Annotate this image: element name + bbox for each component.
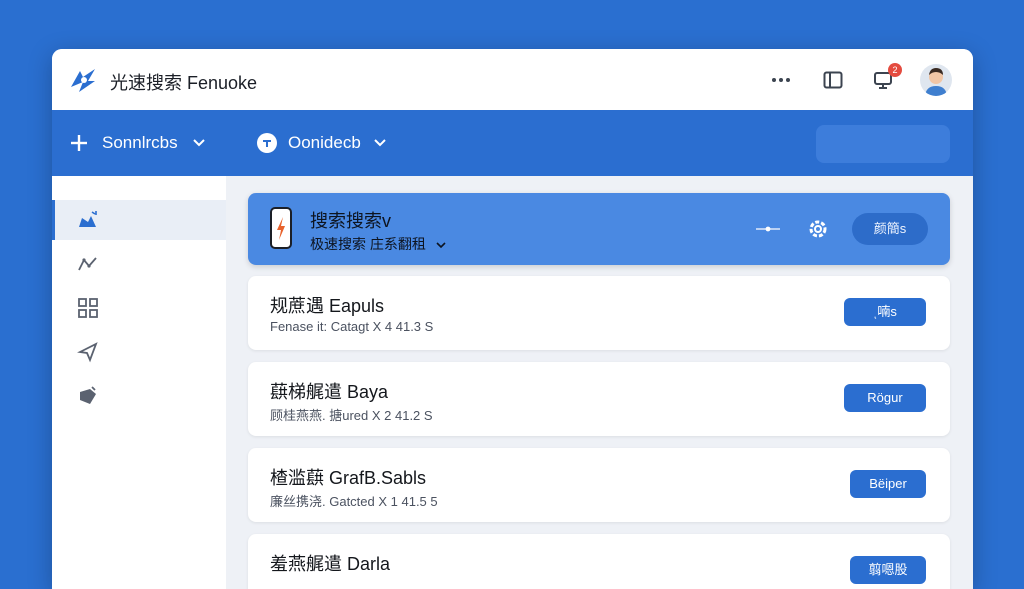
- window-icon[interactable]: [820, 67, 846, 93]
- assist-dropdown-button[interactable]: Oonidecb: [256, 128, 387, 158]
- new-dropdown-label: Sonnlrcbs: [102, 133, 178, 152]
- result-card[interactable]: 楂滥蕻 GrafB.Sabls 廉丝携浇. Gatcted X 1 41.5 5…: [248, 448, 950, 522]
- result-title: 蕻梯艉遣 Baya: [270, 382, 389, 402]
- result-title: 规蔗遇 Eapuls: [270, 296, 385, 316]
- more-icon[interactable]: [768, 67, 794, 93]
- chevron-down-icon: [436, 242, 446, 249]
- app-logo-icon: [71, 69, 95, 92]
- send-icon: [77, 342, 98, 363]
- featured-action-button[interactable]: 颜簡s: [852, 213, 928, 245]
- result-title: 羞燕艉遣 Darla: [270, 554, 391, 574]
- sidebar-item-apps[interactable]: [52, 288, 226, 328]
- app-window: 光速搜索 Fenuoke 2 Sonnlrcbs Oonidecb 搜索搜索v …: [52, 49, 973, 589]
- result-card[interactable]: 蕻梯艉遣 Baya 顾桂燕燕. 搪ured X 2 41.2 S Rögur: [248, 362, 950, 436]
- avatar[interactable]: [920, 64, 952, 96]
- phone-icon: [270, 207, 292, 249]
- sidebar-item-security[interactable]: [52, 376, 226, 416]
- sidebar-item-send[interactable]: [52, 332, 226, 372]
- cloud-icon: [79, 211, 97, 227]
- notification-badge: 2: [888, 63, 902, 77]
- sidebar-item-analytics[interactable]: [52, 244, 226, 284]
- plus-icon: [71, 135, 87, 151]
- sidebar-item-home[interactable]: [52, 200, 226, 240]
- result-action-button[interactable]: ͺ喃s: [844, 298, 926, 326]
- settings-icon[interactable]: [806, 217, 830, 241]
- result-title: 楂滥蕻 GrafB.Sabls: [270, 468, 427, 488]
- featured-subtitle[interactable]: 极速搜索 庄系翻租: [310, 234, 446, 254]
- result-subtitle: 顾桂燕燕. 搪ured X 2 41.2 S: [270, 408, 433, 423]
- chevron-down-icon: [374, 139, 386, 147]
- result-action-button[interactable]: Rögur: [844, 384, 926, 412]
- result-action-button[interactable]: Bëiper: [850, 470, 926, 498]
- assist-dropdown-label: Oonidecb: [288, 133, 361, 152]
- app-title: 光速搜索 Fenuoke: [110, 73, 258, 93]
- toolbar-search-box[interactable]: [816, 125, 950, 163]
- chat-bubble-icon: [257, 133, 277, 153]
- result-subtitle: Fenase it: Catagt X 4 41.3 S: [270, 319, 434, 334]
- grid-icon: [78, 298, 98, 318]
- progress-dots-icon: [756, 226, 780, 232]
- title-bar: 光速搜索 Fenuoke 2: [52, 49, 973, 110]
- toolbar: Sonnlrcbs Oonidecb: [52, 110, 973, 176]
- chevron-down-icon: [192, 139, 205, 147]
- result-card[interactable]: 规蔗遇 Eapuls Fenase it: Catagt X 4 41.3 S …: [248, 276, 950, 350]
- chart-line-icon: [78, 257, 97, 271]
- featured-card[interactable]: 搜索搜索v 极速搜索 庄系翻租 颜簡s: [248, 193, 950, 265]
- result-subtitle: 廉丝携浇. Gatcted X 1 41.5 5: [270, 494, 438, 509]
- featured-title: 搜索搜索v: [310, 211, 391, 231]
- result-action-button[interactable]: 翦嗯股: [850, 556, 926, 584]
- result-card[interactable]: 羞燕艉遣 Darla 翦嗯股: [248, 534, 950, 589]
- new-dropdown-button[interactable]: Sonnlrcbs: [70, 128, 206, 158]
- sidebar: [52, 176, 226, 589]
- shield-icon: [80, 386, 96, 404]
